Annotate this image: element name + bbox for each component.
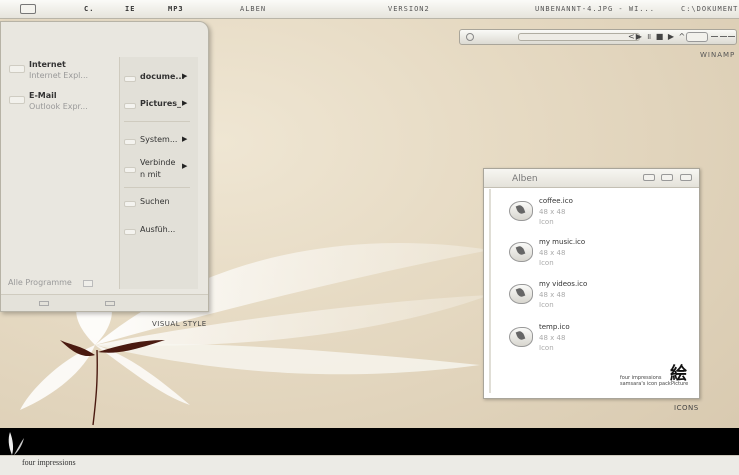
file-type: Icon — [539, 344, 554, 352]
winamp-label: WINAMP — [700, 51, 736, 59]
maximize-icon[interactable] — [661, 174, 673, 181]
menu-label: Suchen — [140, 197, 170, 206]
picture-caption: Picture — [671, 381, 689, 387]
pinned-list: Internet Internet Expl... E-Mail Outlook… — [1, 40, 117, 278]
file-type: Icon — [539, 301, 554, 309]
leaf-logo-icon — [8, 432, 24, 455]
folder-icon — [124, 76, 136, 82]
pinned-title: E-Mail — [29, 91, 57, 100]
file-name: temp.ico — [539, 323, 570, 331]
file-name: my videos.ico — [539, 280, 588, 288]
minimize-icon[interactable] — [643, 174, 655, 181]
icon-pack-credit: four impressions samsara's icon pack — [620, 375, 671, 387]
icons-label: ICONS — [674, 404, 699, 412]
temp-file-icon — [509, 327, 533, 347]
places-list: docume... ▶ Pictures_ ▶ System... ▶ Verb… — [119, 57, 198, 289]
all-programs-arrow-icon[interactable] — [83, 280, 93, 287]
menu-label: Ausfüh... — [140, 225, 176, 234]
task-unbenannt[interactable]: UNBENANNT-4.JPG - WI... — [535, 5, 655, 13]
brand-bar: four impressions — [0, 455, 739, 475]
winamp-menu-icon[interactable] — [466, 33, 474, 41]
minimize-icon[interactable] — [711, 36, 718, 37]
brand-text: four impressions — [22, 458, 76, 467]
quicklaunch-mp3[interactable]: MP3 — [168, 5, 184, 13]
network-icon — [124, 167, 136, 173]
file-name: my music.ico — [539, 238, 586, 246]
start-button[interactable] — [20, 4, 36, 14]
mail-icon — [9, 96, 25, 104]
task-alben[interactable]: ALBEN — [240, 5, 266, 13]
window-titlebar[interactable]: Alben — [484, 169, 699, 188]
search-icon — [124, 201, 136, 207]
file-type: Icon — [539, 218, 554, 226]
file-dims: 48 x 48 — [539, 208, 566, 216]
shade-icon[interactable] — [720, 36, 727, 37]
pinned-subtitle: Outlook Expr... — [29, 102, 88, 111]
logoff-icon[interactable] — [39, 301, 49, 306]
shutdown-icon[interactable] — [105, 301, 115, 306]
playback-controls[interactable]: <▶ ॥ ■ ▶ ^ — [628, 31, 686, 42]
seek-bar[interactable] — [518, 33, 640, 41]
pinned-title: Internet — [29, 60, 66, 69]
arrow-right-icon: ▶ — [182, 162, 188, 170]
menu-label: docume... — [140, 72, 185, 81]
separator — [124, 187, 190, 188]
music-file-icon — [509, 242, 533, 262]
start-menu-footer — [1, 294, 208, 311]
start-menu: Internet Internet Expl... E-Mail Outlook… — [0, 21, 209, 312]
arrow-right-icon: ▶ — [182, 135, 188, 143]
all-programs[interactable]: Alle Programme — [8, 278, 72, 287]
window-sidebar — [489, 189, 491, 393]
top-bar: C. IE MP3 ALBEN VERSION2 UNBENANNT-4.JPG… — [0, 0, 739, 19]
file-item[interactable]: coffee.ico 48 x 48 Icon — [509, 197, 679, 231]
menu-label: Verbinde n mit — [140, 158, 176, 179]
file-name: coffee.ico — [539, 197, 573, 205]
quicklaunch-ie[interactable]: IE — [125, 5, 135, 13]
quicklaunch-c[interactable]: C. — [84, 5, 94, 13]
file-type: Icon — [539, 259, 554, 267]
file-dims: 48 x 48 — [539, 249, 566, 257]
file-item[interactable]: temp.ico 48 x 48 Icon — [509, 323, 679, 357]
menu-label: System... — [140, 135, 178, 144]
taskbar — [0, 428, 739, 455]
pinned-subtitle: Internet Expl... — [29, 71, 89, 80]
menu-label: Pictures_ — [140, 99, 181, 108]
file-dims: 48 x 48 — [539, 291, 566, 299]
file-dims: 48 x 48 — [539, 334, 566, 342]
run-icon — [124, 229, 136, 235]
file-item[interactable]: my videos.ico 48 x 48 Icon — [509, 280, 679, 314]
alben-window: Alben coffee.ico 48 x 48 Icon my music.i… — [483, 168, 700, 399]
close-icon[interactable] — [680, 174, 692, 181]
stem — [92, 349, 98, 426]
browser-icon — [9, 65, 25, 73]
window-title: Alben — [512, 174, 538, 184]
system-icon — [124, 139, 136, 145]
pack-line: samsara's icon pack — [620, 381, 671, 387]
coffee-file-icon — [509, 201, 533, 221]
separator — [124, 121, 190, 122]
winamp-player[interactable]: <▶ ॥ ■ ▶ ^ — [459, 29, 737, 45]
file-item[interactable]: my music.ico 48 x 48 Icon — [509, 238, 679, 272]
arrow-right-icon: ▶ — [182, 72, 188, 80]
folder-icon — [124, 103, 136, 109]
task-dokument[interactable]: C:\DOKUMENT — [681, 5, 738, 13]
task-version2[interactable]: VERSION2 — [388, 5, 430, 13]
close-icon[interactable] — [728, 36, 735, 37]
video-file-icon — [509, 284, 533, 304]
arrow-right-icon: ▶ — [182, 99, 188, 107]
volume-slider[interactable] — [686, 32, 708, 42]
visual-style-label: VISUAL STYLE — [152, 320, 207, 328]
petal — [95, 343, 480, 375]
